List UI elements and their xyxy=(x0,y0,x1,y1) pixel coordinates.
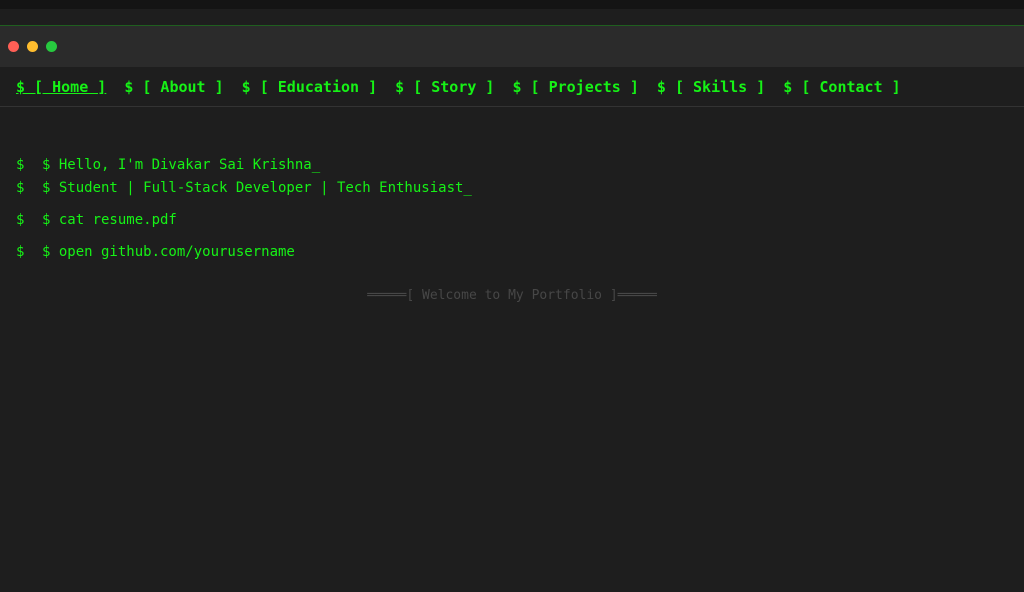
terminal-line-resume[interactable]: $ $ cat resume.pdf xyxy=(16,209,472,232)
greeting-text: $ Hello, I'm Divakar Sai Krishna_ xyxy=(42,157,321,173)
nav-home-link[interactable]: $ [ Home ] xyxy=(16,78,106,96)
resume-command[interactable]: $ cat resume.pdf xyxy=(42,209,177,232)
close-window-icon[interactable] xyxy=(8,41,19,52)
terminal-line-tagline: $ $ Student | Full-Stack Developer | Tec… xyxy=(16,177,472,200)
github-command[interactable]: $ open github.com/yourusername xyxy=(42,241,295,264)
top-strip xyxy=(0,0,1024,9)
prompt-symbol: $ xyxy=(16,157,25,173)
terminal-line-github[interactable]: $ $ open github.com/yourusername xyxy=(16,241,472,264)
nav-contact-link[interactable]: $ [ Contact ] xyxy=(783,78,900,96)
window-titlebar xyxy=(0,26,1024,67)
nav-story-link[interactable]: $ [ Story ] xyxy=(395,78,494,96)
nav-projects-link[interactable]: $ [ Projects ] xyxy=(512,78,638,96)
welcome-banner: ═════[ Welcome to My Portfolio ]═════ xyxy=(367,288,657,303)
nav-about-link[interactable]: $ [ About ] xyxy=(124,78,223,96)
nav-bar: $ [ Home ] $ [ About ] $ [ Education ] $… xyxy=(0,67,1024,107)
tagline-text: $ Student | Full-Stack Developer | Tech … xyxy=(42,180,472,196)
nav-education-link[interactable]: $ [ Education ] xyxy=(242,78,377,96)
terminal-output: $ $ Hello, I'm Divakar Sai Krishna_ $ $ … xyxy=(16,154,472,264)
nav-skills-link[interactable]: $ [ Skills ] xyxy=(657,78,765,96)
prompt-symbol: $ xyxy=(16,212,25,228)
prompt-symbol: $ xyxy=(16,244,25,260)
prompt-symbol: $ xyxy=(16,180,25,196)
minimize-window-icon[interactable] xyxy=(27,41,38,52)
maximize-window-icon[interactable] xyxy=(46,41,57,52)
terminal-line-greeting: $ $ Hello, I'm Divakar Sai Krishna_ xyxy=(16,154,472,177)
